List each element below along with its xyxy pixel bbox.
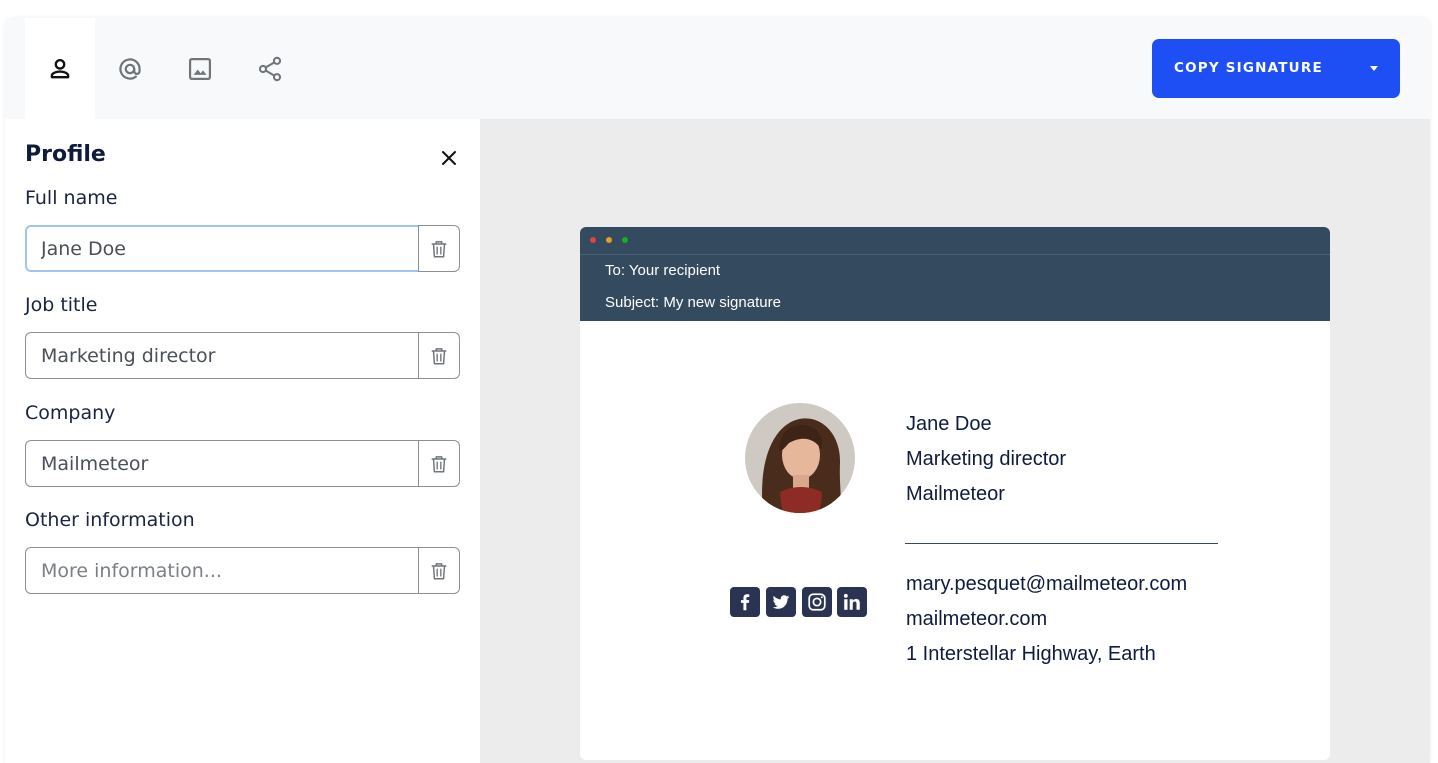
twitter-link[interactable] xyxy=(766,587,796,617)
linkedin-link[interactable] xyxy=(837,587,867,617)
trash-icon xyxy=(431,347,447,365)
signature-website: mailmeteor.com xyxy=(906,608,1048,630)
full-name-label: Full name xyxy=(25,187,118,209)
email-subject: Subject: My new signature xyxy=(605,294,781,311)
instagram-icon xyxy=(808,593,826,611)
email-to: To: Your recipient xyxy=(605,262,721,279)
trash-icon xyxy=(431,455,447,473)
profile-panel: Profile Full name Job title xyxy=(5,119,480,763)
signature-email: mary.pesquet@mailmeteor.com xyxy=(906,573,1188,595)
instagram-link[interactable] xyxy=(802,587,832,617)
at-icon xyxy=(119,57,141,80)
tab-social[interactable] xyxy=(235,18,305,119)
tab-images[interactable] xyxy=(165,18,235,119)
clear-other-info-button[interactable] xyxy=(418,547,460,594)
signature-job-title: Marketing director xyxy=(906,448,1067,470)
trash-icon xyxy=(431,240,447,258)
panel-title: Profile xyxy=(25,142,106,167)
preview-area: To: Your recipient Subject: My new signa… xyxy=(480,119,1430,763)
job-title-input[interactable] xyxy=(25,332,420,379)
close-icon xyxy=(442,151,456,165)
full-name-input[interactable] xyxy=(25,225,420,272)
trash-icon xyxy=(431,562,447,580)
other-info-input[interactable] xyxy=(25,547,420,594)
toolbar: COPY SIGNATURE xyxy=(5,18,1430,119)
clear-company-button[interactable] xyxy=(418,440,460,487)
avatar xyxy=(745,403,855,513)
header-divider xyxy=(580,254,1330,255)
copy-signature-button[interactable]: COPY SIGNATURE xyxy=(1152,39,1400,98)
signature-company: Mailmeteor xyxy=(906,483,1005,505)
share-icon xyxy=(258,56,282,81)
signature-address: 1 Interstellar Highway, Earth xyxy=(906,643,1156,665)
image-icon xyxy=(188,57,212,80)
signature-editor: COPY SIGNATURE Profile Full name Job tit… xyxy=(5,18,1430,763)
facebook-icon xyxy=(740,594,750,611)
email-preview-window: To: Your recipient Subject: My new signa… xyxy=(580,227,1330,760)
tab-contact[interactable] xyxy=(95,18,165,119)
company-input[interactable] xyxy=(25,440,420,487)
copy-signature-label: COPY SIGNATURE xyxy=(1174,60,1323,76)
linkedin-icon xyxy=(843,593,860,610)
signature-name: Jane Doe xyxy=(906,413,992,435)
company-label: Company xyxy=(25,402,116,424)
email-header: To: Your recipient Subject: My new signa… xyxy=(580,227,1330,321)
chevron-down-icon[interactable] xyxy=(1370,66,1378,71)
signature-divider xyxy=(905,543,1218,544)
clear-full-name-button[interactable] xyxy=(418,225,460,272)
job-title-label: Job title xyxy=(25,294,98,316)
clear-job-title-button[interactable] xyxy=(418,332,460,379)
close-panel-button[interactable] xyxy=(437,146,461,170)
person-icon xyxy=(50,58,70,78)
window-maximize-dot xyxy=(622,237,628,243)
facebook-link[interactable] xyxy=(730,587,760,617)
other-info-label: Other information xyxy=(25,509,195,531)
window-close-dot xyxy=(590,237,596,243)
twitter-icon xyxy=(772,595,790,609)
tab-profile[interactable] xyxy=(25,18,95,119)
window-minimize-dot xyxy=(606,237,612,243)
